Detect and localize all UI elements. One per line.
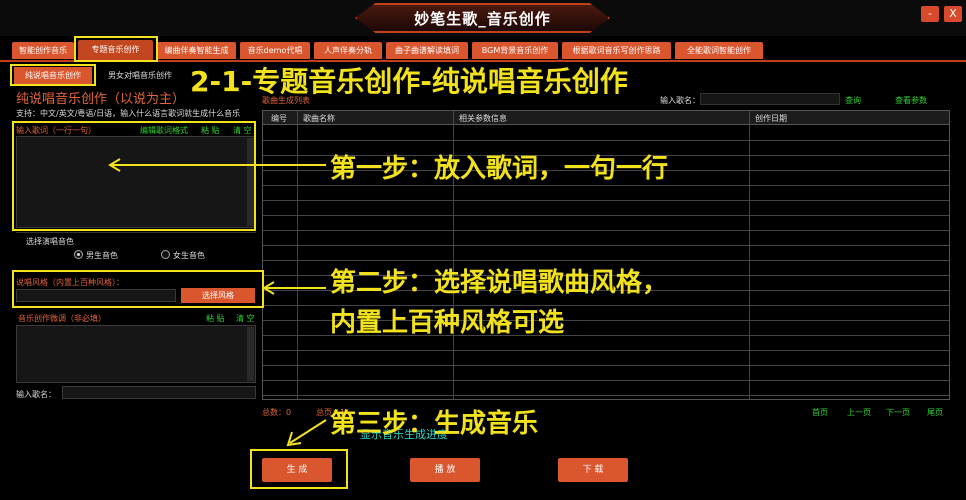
annotation-step2-line2: 内置上百种风格可选: [330, 308, 565, 338]
annotation-step1: 第一步：放入歌词，一句一行: [330, 154, 669, 184]
annotation-step2-line1: 第二步：选择说唱歌曲风格，: [330, 268, 669, 298]
annotation-step3: 第三步：生成音乐: [330, 409, 539, 439]
annotation-heading: 2-1-专题音乐创作-纯说唱音乐创作: [190, 65, 628, 98]
